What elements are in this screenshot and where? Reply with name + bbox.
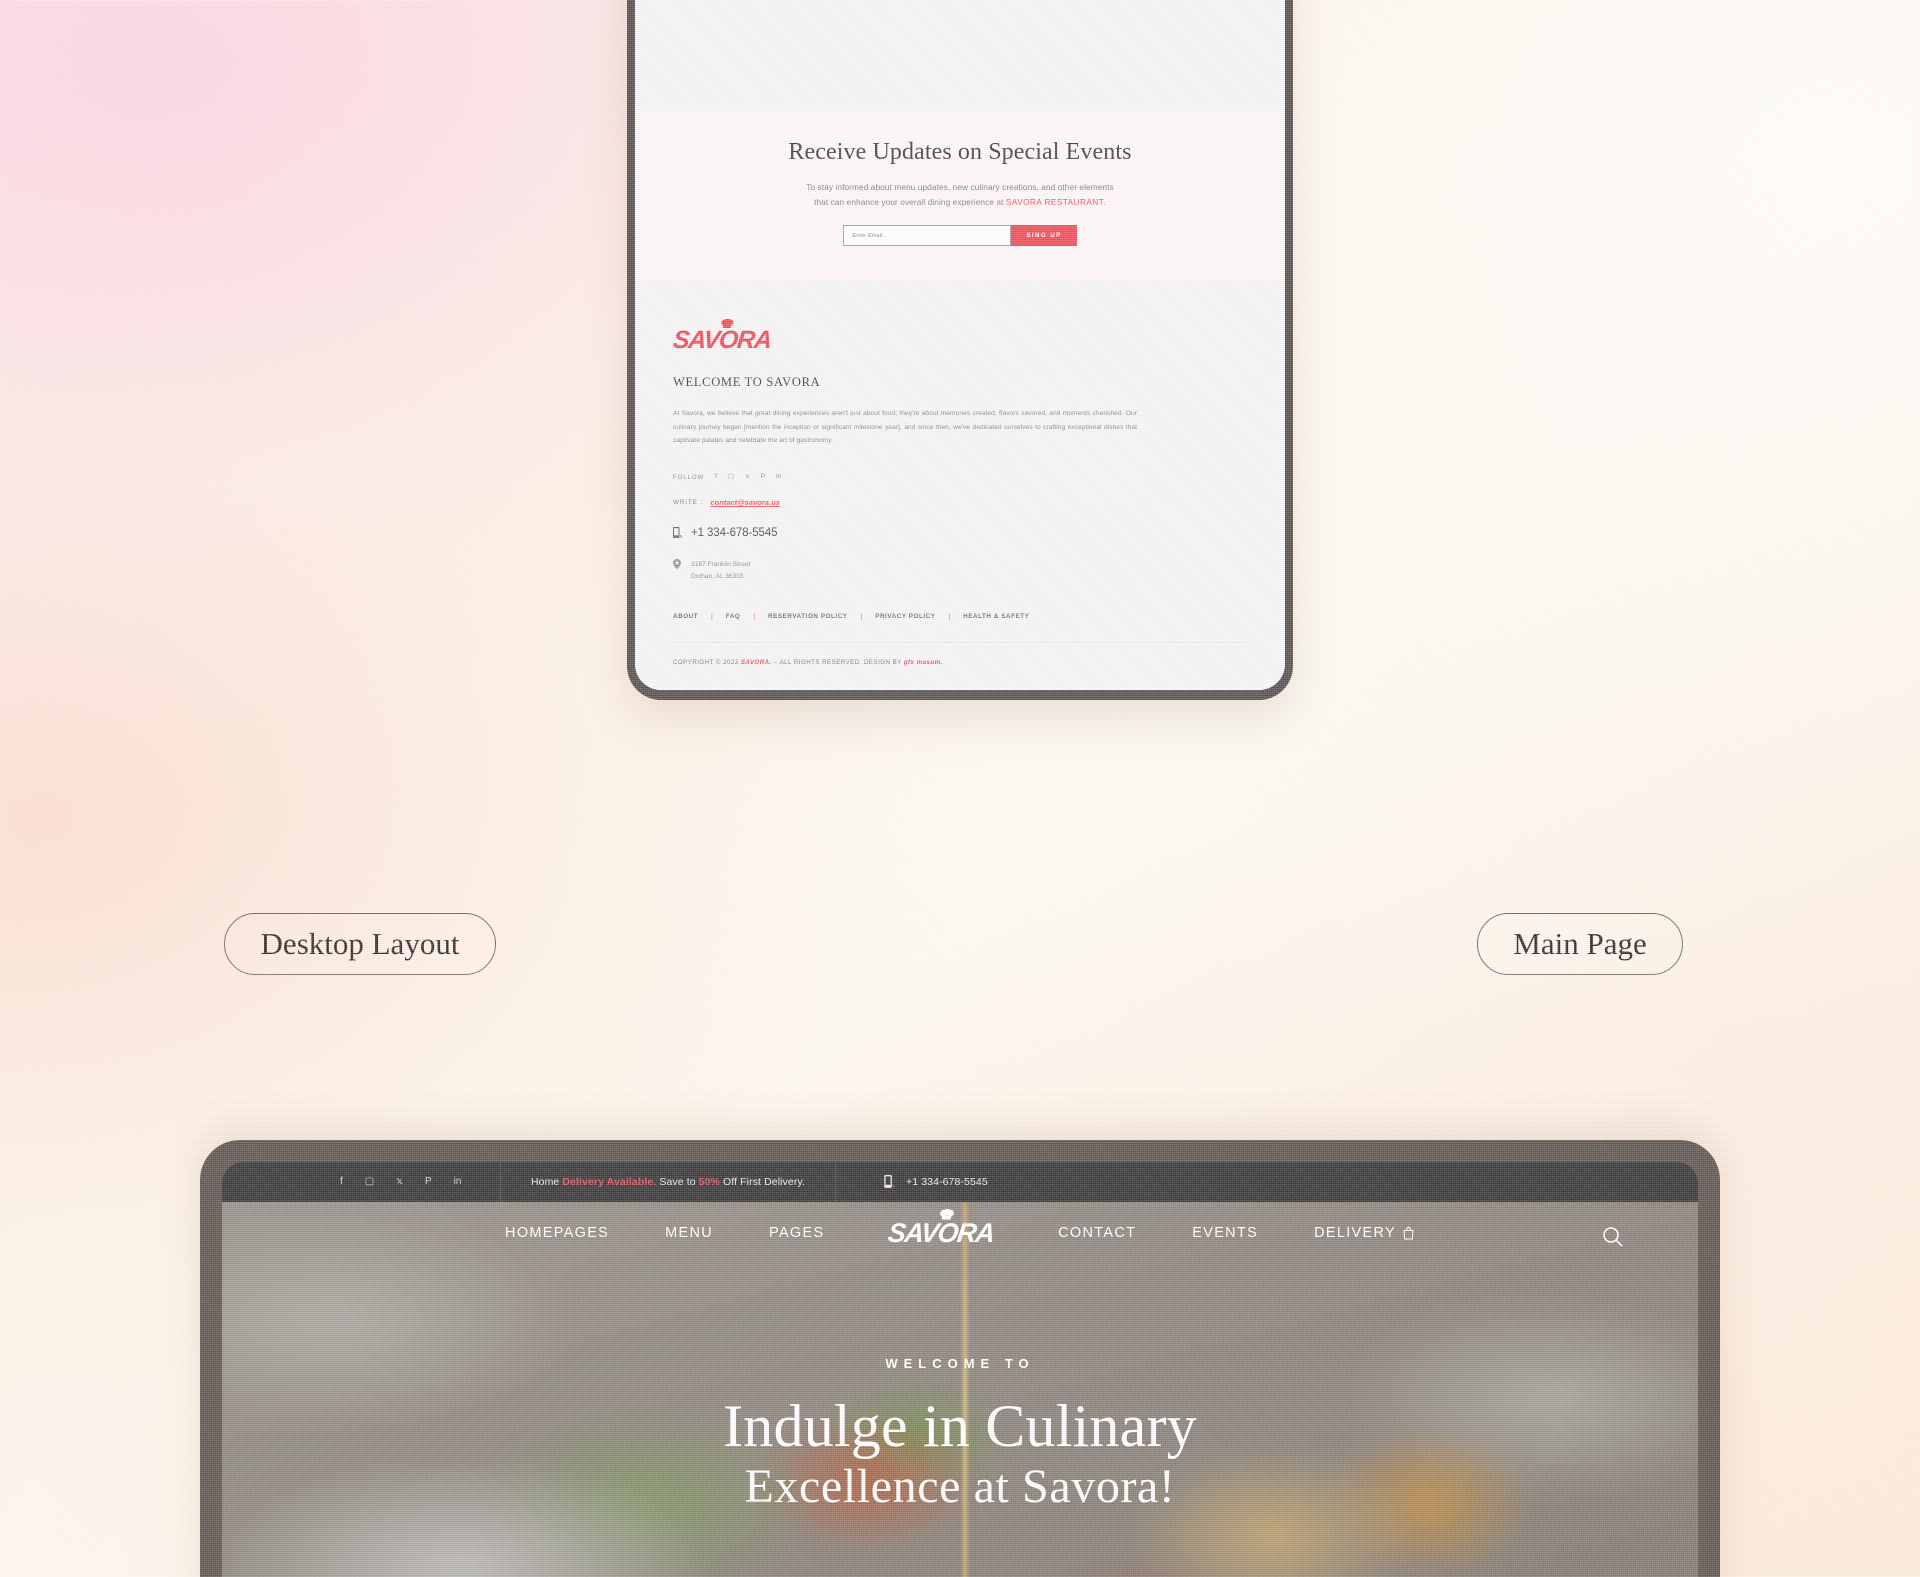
utility-topbar: f ▢ 𝕩 P in Home Delivery Available. Save… (222, 1162, 1698, 1202)
newsletter-section: Receive Updates on Special Events To sta… (635, 111, 1285, 281)
footer-about-text: At Savora, we believe that great dining … (673, 410, 1137, 445)
signup-button[interactable]: SING UP (1011, 225, 1077, 247)
newsletter-brand-mention: SAVORA RESTAURANT. (1005, 196, 1106, 207)
hero-kicker: WELCOME TO (885, 1356, 1035, 1371)
footer-link-separator: | (711, 613, 713, 620)
hero-title: Indulge in Culinary Excellence at Savora… (222, 1393, 1698, 1514)
promo-prefix: Home (530, 1176, 563, 1188)
footer-link-reservation-policy[interactable]: RESERVATION POLICY (768, 613, 848, 620)
promo-suffix: Off First Delivery. (720, 1176, 806, 1188)
footer-link-separator: | (860, 613, 863, 620)
facebook-icon[interactable]: f (340, 1177, 343, 1187)
desktop-device-mockup-top: Receive Updates on Special Events To sta… (627, 0, 1293, 700)
copyright-text: COPYRIGHT © 2023 SAVORA. – ALL RIGHTS RE… (673, 659, 1247, 666)
instagram-icon[interactable]: ▢ (728, 473, 734, 481)
footer-link-faq[interactable]: FAQ (726, 613, 741, 620)
linkedin-icon[interactable]: in (454, 1177, 462, 1187)
nav-item-contact[interactable]: CONTACT (1058, 1225, 1136, 1241)
search-icon[interactable] (1602, 1226, 1624, 1248)
follow-label: FOLLOW (673, 473, 705, 481)
promo-text: Home Delivery Available. Save to 50% Off… (531, 1176, 805, 1188)
copyright-brand: SAVORA. (740, 659, 772, 666)
linkedin-icon[interactable]: in (776, 473, 781, 481)
label-desktop-layout: Desktop Layout (224, 913, 496, 975)
label-main-page: Main Page (1477, 913, 1683, 975)
desktop-screen-footer: Receive Updates on Special Events To sta… (635, 0, 1285, 690)
footer-heading: WELCOME TO SAVORA (673, 375, 821, 390)
shopping-bag-icon (1403, 1226, 1414, 1240)
footer-logo-text: SAVORA (671, 326, 773, 355)
topbar-phone[interactable]: +1 334-678-5545 (836, 1162, 988, 1202)
x-icon[interactable]: 𝕩 (745, 473, 749, 481)
nav-item-delivery-label: DELIVERY (1314, 1225, 1396, 1241)
footer-link-about[interactable]: ABOUT (673, 613, 698, 620)
facebook-icon[interactable]: f (715, 473, 717, 481)
label-main-page-text: Main Page (1513, 926, 1647, 961)
footer-link-separator: | (753, 613, 756, 620)
nav-item-delivery[interactable]: DELIVERY (1314, 1225, 1415, 1241)
promo-middle: Save to (656, 1176, 699, 1188)
chef-hat-icon (721, 319, 734, 329)
copyright-middle: – ALL RIGHTS RESERVED. DESIGN BY (771, 659, 904, 666)
phone-icon (673, 526, 682, 538)
site-logo[interactable]: SAVORA (886, 1208, 997, 1249)
promo-highlight-percent: 50% (698, 1176, 720, 1188)
promo-highlight-delivery: Delivery Available. (562, 1176, 657, 1188)
footer-write-row: WRITE : contact@savora.us (673, 498, 1247, 507)
footer-email-link[interactable]: contact@savora.us (710, 498, 780, 507)
phone-icon (884, 1175, 895, 1188)
email-input[interactable] (843, 225, 1012, 247)
footer-link-health-safety[interactable]: HEALTH & SAFETY (963, 613, 1029, 620)
label-desktop-layout-text: Desktop Layout (260, 926, 460, 961)
site-logo-text: SAVORA (886, 1217, 997, 1248)
footer-address: 3187 Franklin Street Dothan, AL 36303 (691, 559, 750, 583)
nav-item-homepages[interactable]: HOMEPAGES (505, 1225, 609, 1241)
footer-link-separator: | (948, 613, 951, 620)
designer-credit-link[interactable]: gfx masum. (904, 659, 943, 666)
topbar-phone-number: +1 334-678-5545 (906, 1176, 988, 1188)
nav-item-events[interactable]: EVENTS (1192, 1225, 1258, 1241)
address-line-1: 3187 Franklin Street (691, 560, 751, 568)
address-line-2: Dothan, AL 36303 (691, 572, 744, 580)
footer-main: SAVORA WELCOME TO SAVORA At Savora, we b… (635, 280, 1285, 643)
desktop-screen-main-page: f ▢ 𝕩 P in Home Delivery Available. Save… (222, 1162, 1698, 1577)
location-pin-icon (673, 558, 681, 569)
footer-logo[interactable]: SAVORA (671, 319, 773, 355)
newsletter-body-line2: that can enhance your overall dining exp… (814, 196, 1006, 207)
chef-hat-icon (940, 1208, 954, 1220)
instagram-icon[interactable]: ▢ (365, 1177, 374, 1187)
pinterest-icon[interactable]: P (425, 1177, 432, 1187)
x-icon[interactable]: 𝕩 (396, 1177, 403, 1187)
hero-title-line-2: Excellence at Savora! (744, 1460, 1176, 1514)
topbar-promo: Home Delivery Available. Save to 50% Off… (500, 1162, 836, 1202)
footer-follow-row: FOLLOW f ▢ 𝕩 P in (673, 473, 1247, 481)
newsletter-signup-form: SING UP (675, 225, 1245, 247)
footer-links-nav: ABOUT | FAQ | RESERVATION POLICY | PRIVA… (673, 613, 1247, 643)
footer-phone-number: +1 334-678-5545 (691, 526, 778, 539)
newsletter-body: To stay informed about menu updates, new… (675, 180, 1245, 209)
hero-title-line-1: Indulge in Culinary (723, 1393, 1197, 1459)
newsletter-body-line1: To stay informed about menu updates, new… (806, 182, 1114, 193)
topbar-socials: f ▢ 𝕩 P in (222, 1162, 500, 1202)
footer-link-privacy-policy[interactable]: PRIVACY POLICY (875, 613, 935, 620)
hero-copy: WELCOME TO Indulge in Culinary Excellenc… (222, 1356, 1698, 1514)
pinterest-icon[interactable]: P (761, 473, 765, 481)
main-navigation: HOMEPAGES MENU PAGES SAVORA CONTACT EVEN… (222, 1202, 1698, 1264)
nav-item-pages[interactable]: PAGES (769, 1225, 824, 1241)
footer-address-row: 3187 Franklin Street Dothan, AL 36303 (673, 558, 1247, 583)
newsletter-heading: Receive Updates on Special Events (788, 139, 1132, 166)
hero-section: HOMEPAGES MENU PAGES SAVORA CONTACT EVEN… (222, 1202, 1698, 1577)
write-label: WRITE : (673, 498, 704, 506)
copyright-bar: COPYRIGHT © 2023 SAVORA. – ALL RIGHTS RE… (635, 643, 1285, 690)
copyright-prefix: COPYRIGHT © 2023 (673, 659, 741, 666)
nav-item-menu[interactable]: MENU (665, 1225, 713, 1241)
footer-phone-row[interactable]: +1 334-678-5545 (673, 526, 1247, 539)
desktop-device-mockup-bottom: f ▢ 𝕩 P in Home Delivery Available. Save… (200, 1140, 1720, 1577)
